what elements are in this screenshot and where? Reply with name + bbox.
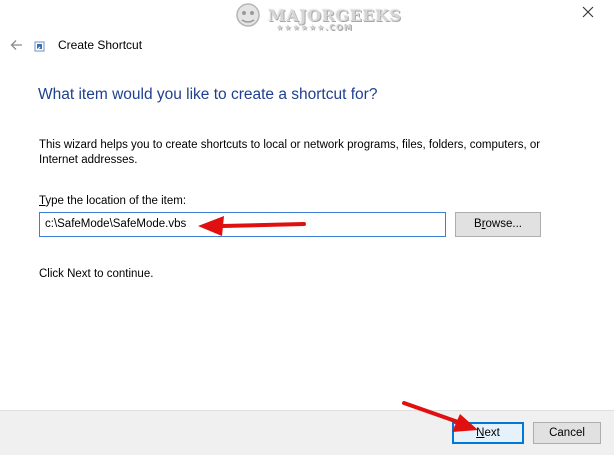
watermark-logo: MAJORGEEKS ★★★★★★.COM <box>228 0 401 34</box>
next-button[interactable]: Next <box>452 422 524 444</box>
close-icon[interactable] <box>580 4 596 20</box>
cancel-button[interactable]: Cancel <box>533 422 601 444</box>
location-label: Type the location of the item: <box>39 195 187 207</box>
watermark-subtext: ★★★★★★.COM <box>276 23 353 32</box>
browse-button[interactable]: Browse... <box>455 212 541 237</box>
shortcut-icon <box>34 41 45 52</box>
page-heading: What item would you like to create a sho… <box>38 86 378 103</box>
back-arrow-icon[interactable] <box>6 34 28 56</box>
window-title: Create Shortcut <box>58 38 143 52</box>
location-input[interactable]: c:\SafeMode\SafeMode.vbs <box>39 212 446 237</box>
watermark-mascot-icon <box>236 3 260 27</box>
wizard-description: This wizard helps you to create shortcut… <box>39 139 541 166</box>
continue-hint: Click Next to continue. <box>39 268 154 280</box>
